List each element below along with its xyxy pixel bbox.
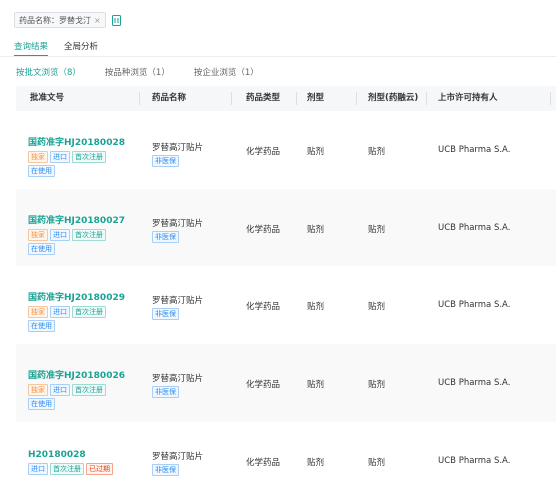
drug-name[interactable]: 罗替高汀贴片 (152, 372, 203, 384)
filter-bar: 药品名称：罗替戈汀 × (14, 12, 121, 28)
status-tags: 独家 进口 首次注册 在使用 (28, 384, 123, 410)
tabs-divider (0, 56, 556, 57)
drug-type: 化学药品 (246, 380, 281, 390)
tag-first-registration: 首次注册 (72, 151, 106, 163)
table-row: 国药准字HJ20180028 独家 进口 首次注册 在使用 罗替高汀贴片 非医保… (16, 111, 556, 189)
tag-exclusive: 独家 (28, 306, 48, 318)
column-header-mah[interactable]: 上市许可持有人 (438, 86, 498, 111)
filter-chip-label: 药品名称：罗替戈汀 (19, 15, 91, 25)
tag-first-registration: 首次注册 (72, 229, 106, 241)
tag-first-registration: 首次注册 (72, 384, 106, 396)
tag-import: 进口 (28, 463, 48, 475)
column-header-dosage-form[interactable]: 剂型 (307, 86, 324, 111)
table-row: 国药准字HJ20180027 独家 进口 首次注册 在使用 罗替高汀贴片 非医保… (16, 189, 556, 266)
drug-name[interactable]: 罗替高汀贴片 (152, 217, 203, 229)
mah-company[interactable]: UCB Pharma S.A. (438, 378, 510, 388)
table-row: H20180028 进口 首次注册 已过期 罗替高汀贴片 非医保 化学药品 贴剂… (16, 422, 556, 501)
approval-number-link[interactable]: 国药准字HJ20180028 (28, 135, 125, 148)
column-divider (426, 92, 427, 105)
tag-in-use: 在使用 (28, 320, 55, 332)
mah-company[interactable]: UCB Pharma S.A. (438, 300, 510, 310)
tag-import: 进口 (50, 151, 70, 163)
tab-query-results[interactable]: 查询结果 (14, 40, 49, 57)
status-tags: 独家 进口 首次注册 在使用 (28, 229, 123, 255)
insurance-badge: 非医保 (152, 155, 179, 167)
drug-type: 化学药品 (246, 225, 281, 235)
tag-exclusive: 独家 (28, 151, 48, 163)
mah-company[interactable]: UCB Pharma S.A. (438, 145, 510, 155)
dosage-form: 贴剂 (307, 302, 325, 312)
mah-company[interactable]: UCB Pharma S.A. (438, 223, 510, 233)
subtab-by-company[interactable]: 按企业浏览（1） (194, 66, 259, 78)
insurance-badge: 非医保 (152, 231, 179, 243)
dosage-form: 贴剂 (307, 225, 325, 235)
tag-exclusive: 独家 (28, 384, 48, 396)
dosage-form-yry: 贴剂 (368, 302, 386, 312)
table-row: 国药准字HJ20180029 独家 进口 首次注册 在使用 罗替高汀贴片 非医保… (16, 266, 556, 344)
column-divider (550, 92, 551, 105)
dosage-form: 贴剂 (307, 147, 325, 157)
insurance-badge: 非医保 (152, 386, 179, 398)
filter-chip-drug-name[interactable]: 药品名称：罗替戈汀 × (14, 12, 106, 28)
close-icon[interactable]: × (94, 16, 101, 25)
view-mode-tabs: 按批文浏览（8） 按品种浏览（1） 按企业浏览（1） (16, 66, 259, 78)
tab-global-analysis[interactable]: 全局分析 (64, 40, 98, 54)
column-header-drug-type[interactable]: 药品类型 (246, 86, 280, 111)
tag-first-registration: 首次注册 (72, 306, 106, 318)
approval-number-link[interactable]: 国药准字HJ20180027 (28, 213, 125, 226)
tag-in-use: 在使用 (28, 243, 55, 255)
dosage-form-yry: 贴剂 (368, 458, 386, 468)
status-tags: 独家 进口 首次注册 在使用 (28, 306, 123, 332)
tag-in-use: 在使用 (28, 165, 55, 177)
tag-import: 进口 (50, 384, 70, 396)
column-header-dosage-form-yry[interactable]: 剂型(药融云) (368, 86, 418, 111)
main-tabs: 查询结果 全局分析 (14, 40, 98, 57)
column-divider (139, 92, 140, 105)
drug-type: 化学药品 (246, 458, 281, 468)
drug-name[interactable]: 罗替高汀贴片 (152, 141, 203, 153)
tag-import: 进口 (50, 306, 70, 318)
status-tags: 进口 首次注册 已过期 (28, 463, 138, 475)
approval-number-link[interactable]: H20180028 (28, 450, 138, 460)
column-header-approval-number[interactable]: 批准文号 (30, 86, 64, 111)
status-tags: 独家 进口 首次注册 在使用 (28, 151, 123, 177)
drug-name[interactable]: 罗替高汀贴片 (152, 450, 203, 462)
approval-number-link[interactable]: 国药准字HJ20180026 (28, 368, 125, 381)
column-header-drug-name[interactable]: 药品名称 (152, 86, 186, 111)
subtab-by-approval[interactable]: 按批文浏览（8） (16, 66, 81, 78)
column-divider (231, 92, 232, 105)
dosage-form: 贴剂 (307, 458, 325, 468)
tag-first-registration: 首次注册 (50, 463, 84, 475)
approval-number-link[interactable]: 国药准字HJ20180029 (28, 290, 125, 303)
dosage-form-yry: 贴剂 (368, 225, 386, 235)
dosage-form: 贴剂 (307, 380, 325, 390)
tag-expired: 已过期 (86, 463, 113, 475)
table-header: 批准文号 药品名称 药品类型 剂型 剂型(药融云) 上市许可持有人 (16, 86, 556, 111)
tag-exclusive: 独家 (28, 229, 48, 241)
drug-type: 化学药品 (246, 147, 281, 157)
table-row: 国药准字HJ20180026 独家 进口 首次注册 在使用 罗替高汀贴片 非医保… (16, 344, 556, 422)
column-divider (296, 92, 297, 105)
dosage-form-yry: 贴剂 (368, 147, 386, 157)
mah-company[interactable]: UCB Pharma S.A. (438, 456, 510, 466)
dosage-form-yry: 贴剂 (368, 380, 386, 390)
insurance-badge: 非医保 (152, 308, 179, 320)
tag-import: 进口 (50, 229, 70, 241)
column-divider (356, 92, 357, 105)
clear-filter-icon[interactable] (111, 14, 121, 26)
drug-name[interactable]: 罗替高汀贴片 (152, 294, 203, 306)
insurance-badge: 非医保 (152, 464, 179, 476)
subtab-by-variety[interactable]: 按品种浏览（1） (105, 66, 170, 78)
drug-type: 化学药品 (246, 302, 281, 312)
tag-in-use: 在使用 (28, 398, 55, 410)
